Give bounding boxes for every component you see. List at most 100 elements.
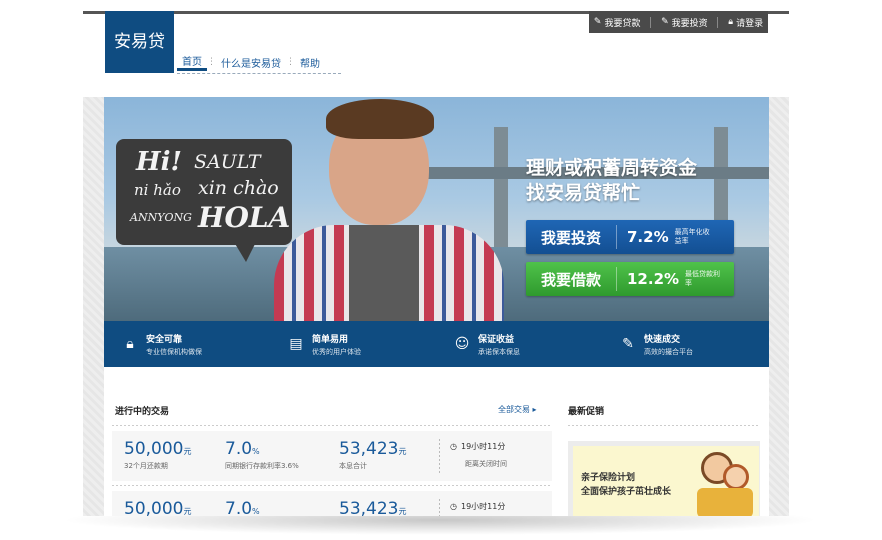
site-frame: 安易贷 ✎ 我要贷款 ✎ 我要投资 🔒︎ 请登录 首页 ⋮ 什么是安易贷 ⋮ 帮… <box>83 11 789 516</box>
loan-amount: 50,000元 <box>124 499 191 516</box>
interest-rate: 7.0% 同期银行存款利率3.6% <box>225 439 299 471</box>
user-bar: ✎ 我要贷款 ✎ 我要投资 🔒︎ 请登录 <box>589 11 768 33</box>
nav-about[interactable]: 什么是安易贷 <box>216 55 286 70</box>
amount-value: 50,000 <box>124 499 184 516</box>
feature-title: 快速成交 <box>644 334 681 345</box>
invest-button[interactable]: 我要投资 7.2% 最高年化收益率 <box>526 220 734 254</box>
rate-value: 7.0 <box>225 439 253 459</box>
child-illustration <box>723 464 749 490</box>
total-unit: 元 <box>398 447 407 456</box>
feature-bar: 🔒︎ 安全可靠 专业信保机构做保 ▤ 简单易用 优秀的用户体验 ☺ 保证收益 承… <box>104 321 769 367</box>
promo-line1: 亲子保险计划 <box>581 473 636 483</box>
deals-title: 进行中的交易 <box>115 407 170 417</box>
borrow-link-label: 我要贷款 <box>604 18 641 29</box>
promo-line2: 全面保护孩子茁壮成长 <box>581 487 672 497</box>
sign-text: HOLA <box>198 201 291 234</box>
amount-unit: 元 <box>183 507 192 516</box>
book-illustration <box>697 488 753 516</box>
total-amount: 53,423元 <box>339 499 406 516</box>
pencil-icon: ✎ <box>593 17 602 27</box>
invest-link[interactable]: ✎ 我要投资 <box>661 16 708 29</box>
invest-rate: 7.2% <box>627 228 669 246</box>
interest-rate: 7.0% <box>225 499 260 516</box>
smile-icon: ☺ <box>454 336 470 352</box>
deal-row[interactable]: 50,000元 7.0% 53,423元 ◷ 19小时11分 <box>112 491 552 516</box>
nav-separator: ⋮ <box>286 57 295 67</box>
divider <box>112 425 552 426</box>
nav-separator: ⋮ <box>207 57 216 67</box>
borrow-link[interactable]: ✎ 我要贷款 <box>594 16 641 29</box>
invest-rate-caption: 最高年化收益率 <box>674 228 710 245</box>
login-link-label: 请登录 <box>736 18 764 29</box>
chevron-right-icon: ▸ <box>532 405 537 414</box>
clock-icon: ◷ <box>450 442 457 451</box>
person-tshirt <box>349 225 419 321</box>
headline-line2: 找安易贷帮忙 <box>526 182 641 204</box>
feature-title: 简单易用 <box>312 334 349 345</box>
person-hair <box>326 99 434 139</box>
amount-value: 50,000 <box>124 439 184 459</box>
feature-subtitle: 承诺保本保息 <box>478 347 520 356</box>
feature-item: ☺ 保证收益 承诺保本保息 <box>436 321 602 367</box>
lock-icon: 🔒︎ <box>728 17 734 27</box>
login-link[interactable]: 🔒︎ 请登录 <box>728 16 763 29</box>
feature-title: 安全可靠 <box>146 334 183 345</box>
document-icon: ▤ <box>289 336 303 352</box>
banner-headline: 理财或积蓄周转资金 找安易贷帮忙 <box>526 156 697 206</box>
feature-subtitle: 高效的撮合平台 <box>644 347 693 356</box>
sign-text: Hi! <box>136 147 182 177</box>
countdown-caption: 距离关闭时间 <box>465 460 507 468</box>
greeting-sign: Hi! SAULT ni hǎo xin chào ANNYONG HOLA <box>116 139 292 245</box>
invest-link-label: 我要投资 <box>671 18 708 29</box>
divider <box>439 439 440 473</box>
feature-item: ▤ 简单易用 优秀的用户体验 <box>270 321 436 367</box>
clock-icon: ◷ <box>450 502 457 511</box>
sign-text: SAULT <box>194 151 261 173</box>
total-value: 53,423 <box>339 499 399 516</box>
loan-amount: 50,000元 32个月还款期 <box>124 439 191 471</box>
pencil-icon: ✎ <box>661 17 669 27</box>
content-panel: 进行中的交易 全部交易 ▸ 50,000元 32个月还款期 7.0% 同期银行存… <box>104 367 769 516</box>
feature-item: ✎ 快速成交 高效的撮合平台 <box>602 321 768 367</box>
headline-line1: 理财或积蓄周转资金 <box>526 157 698 179</box>
invest-button-label: 我要投资 <box>540 228 601 247</box>
sign-text: xin chào <box>198 177 279 199</box>
rate-unit: % <box>252 447 260 456</box>
divider <box>568 425 760 426</box>
promo-card[interactable]: 亲子保险计划 全面保护孩子茁壮成长 <box>568 441 760 516</box>
total-amount: 53,423元 本息合计 <box>339 439 406 471</box>
rate-caption: 同期银行存款利率3.6% <box>225 462 299 470</box>
amount-caption: 32个月还款期 <box>124 462 168 470</box>
lock-icon: 🔒︎ <box>126 336 134 352</box>
divider <box>650 16 652 28</box>
total-value: 53,423 <box>339 439 399 459</box>
borrow-button[interactable]: 我要借款 12.2% 最低贷款利率 <box>526 262 734 296</box>
feature-subtitle: 专业信保机构做保 <box>146 347 202 356</box>
feature-item: 🔒︎ 安全可靠 专业信保机构做保 <box>104 321 270 367</box>
borrow-rate-caption: 最低贷款利率 <box>685 270 721 287</box>
borrow-rate: 12.2% <box>627 270 680 288</box>
site-logo[interactable]: 安易贷 <box>105 11 174 73</box>
all-deals-label: 全部交易 <box>498 405 530 414</box>
sign-text: ni hǎo <box>134 181 181 199</box>
divider <box>439 499 440 516</box>
main-nav: 首页 ⋮ 什么是安易贷 ⋮ 帮助 <box>177 51 341 74</box>
amount-unit: 元 <box>183 447 192 456</box>
pencil-icon: ✎ <box>622 336 634 352</box>
all-deals-link[interactable]: 全部交易 ▸ <box>498 404 537 415</box>
bridge-tower <box>494 127 508 257</box>
total-caption: 本息合计 <box>339 462 367 470</box>
divider <box>112 485 552 486</box>
promo-title: 最新促销 <box>568 407 605 417</box>
rate-unit: % <box>252 507 260 516</box>
hero-banner: Hi! SAULT ni hǎo xin chào ANNYONG HOLA 理… <box>104 97 769 321</box>
nav-home[interactable]: 首页 <box>177 53 207 71</box>
feature-title: 保证收益 <box>478 334 515 345</box>
promo-image: 亲子保险计划 全面保护孩子茁壮成长 <box>573 446 759 516</box>
nav-help[interactable]: 帮助 <box>295 55 325 70</box>
total-unit: 元 <box>398 507 407 516</box>
countdown: ◷ 19小时11分 <box>450 441 505 452</box>
divider <box>717 16 719 28</box>
rate-value: 7.0 <box>225 499 253 516</box>
deal-row[interactable]: 50,000元 32个月还款期 7.0% 同期银行存款利率3.6% 53,423… <box>112 431 552 481</box>
